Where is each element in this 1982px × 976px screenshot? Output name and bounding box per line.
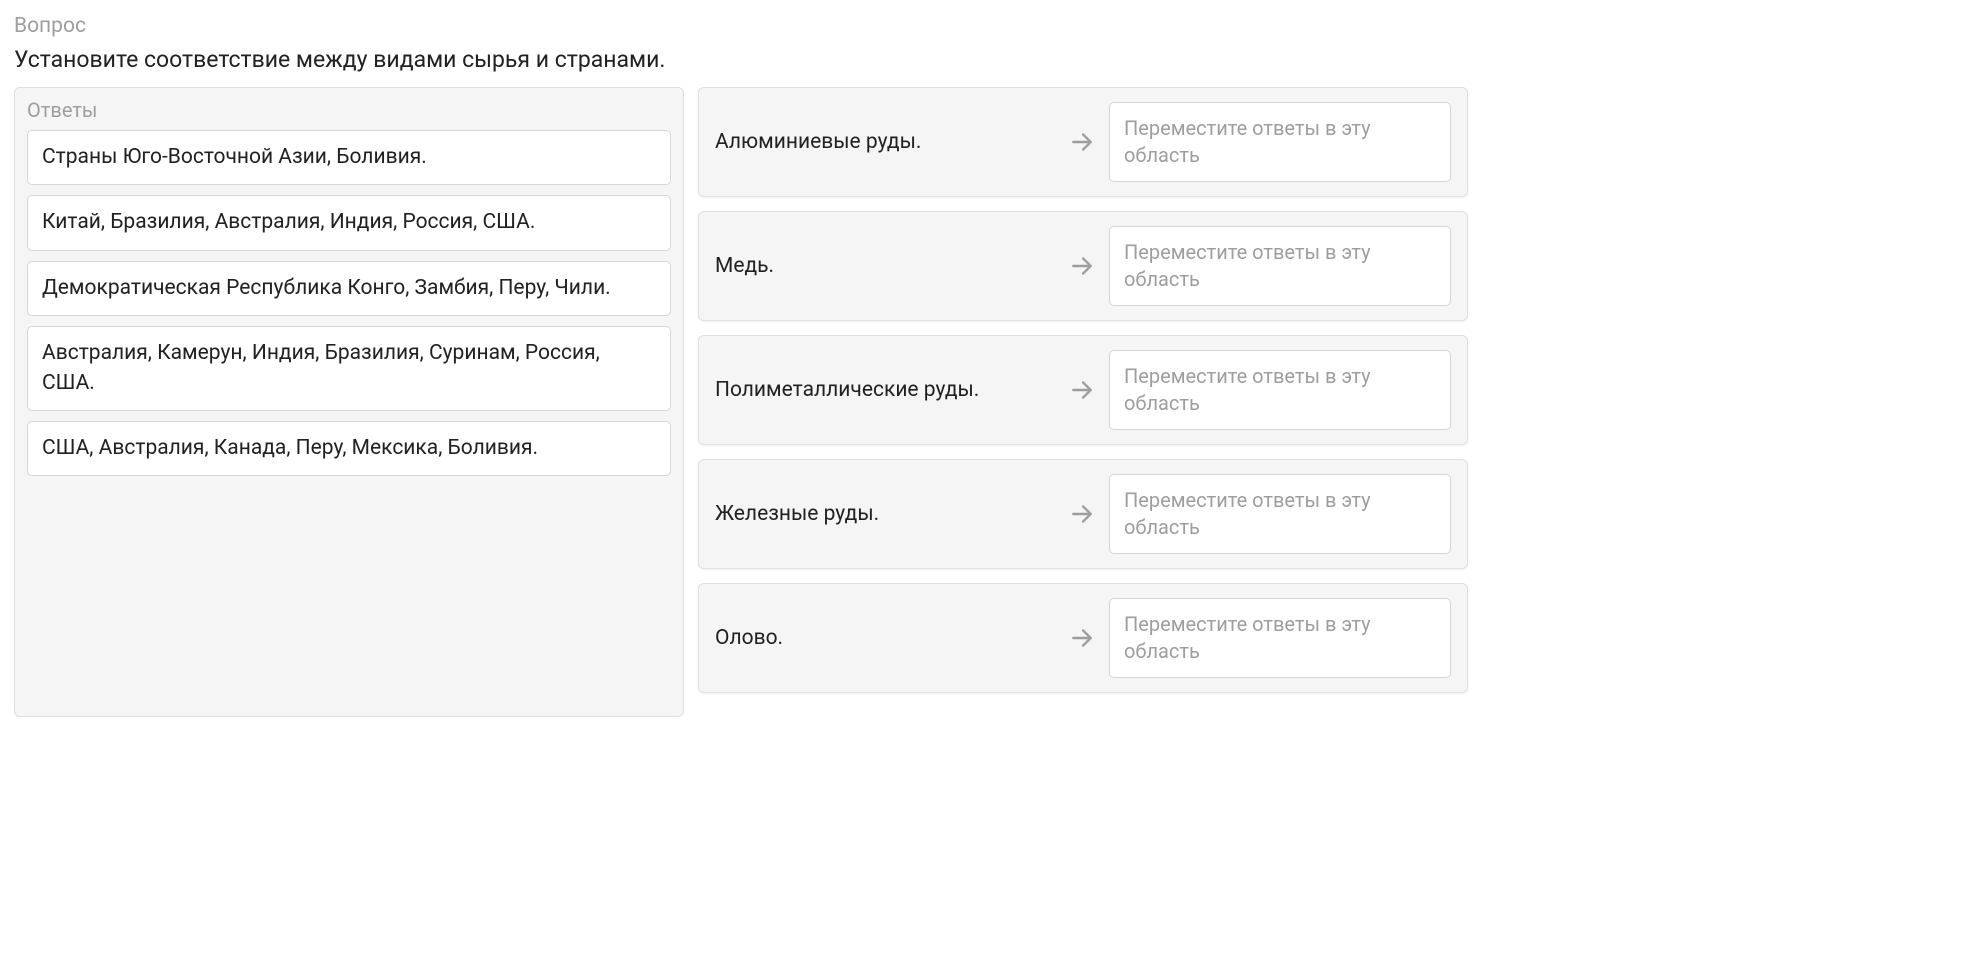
target-row: Полиметаллические руды. Переместите отве… — [698, 335, 1468, 445]
answers-header: Ответы — [27, 98, 671, 122]
target-row: Алюминиевые руды. Переместите ответы в э… — [698, 87, 1468, 197]
arrow-right-icon — [1069, 625, 1095, 651]
target-label: Полиметаллические руды. — [715, 378, 1055, 402]
answer-item[interactable]: США, Австралия, Канада, Перу, Мексика, Б… — [27, 421, 671, 476]
question-label: Вопрос — [14, 14, 1968, 38]
arrow-right-icon — [1069, 129, 1095, 155]
answers-panel: Ответы Страны Юго-Восточной Азии, Боливи… — [14, 87, 684, 717]
target-row: Медь. Переместите ответы в эту область — [698, 211, 1468, 321]
drop-zone[interactable]: Переместите ответы в эту область — [1109, 102, 1451, 182]
answer-item[interactable]: Демократическая Республика Конго, Замбия… — [27, 261, 671, 316]
drop-zone[interactable]: Переместите ответы в эту область — [1109, 474, 1451, 554]
arrow-right-icon — [1069, 501, 1095, 527]
question-text: Установите соответствие между видами сыр… — [14, 46, 1968, 73]
target-label: Медь. — [715, 254, 1055, 278]
matching-content: Ответы Страны Юго-Восточной Азии, Боливи… — [14, 87, 1968, 717]
drop-zone[interactable]: Переместите ответы в эту область — [1109, 226, 1451, 306]
arrow-right-icon — [1069, 377, 1095, 403]
target-label: Олово. — [715, 626, 1055, 650]
answer-item[interactable]: Австралия, Камерун, Индия, Бразилия, Сур… — [27, 326, 671, 411]
drop-zone[interactable]: Переместите ответы в эту область — [1109, 350, 1451, 430]
target-row: Железные руды. Переместите ответы в эту … — [698, 459, 1468, 569]
target-row: Олово. Переместите ответы в эту область — [698, 583, 1468, 693]
target-label: Алюминиевые руды. — [715, 130, 1055, 154]
targets-panel: Алюминиевые руды. Переместите ответы в э… — [698, 87, 1468, 693]
answer-item[interactable]: Китай, Бразилия, Австралия, Индия, Росси… — [27, 195, 671, 250]
target-label: Железные руды. — [715, 502, 1055, 526]
arrow-right-icon — [1069, 253, 1095, 279]
drop-zone[interactable]: Переместите ответы в эту область — [1109, 598, 1451, 678]
answer-item[interactable]: Страны Юго-Восточной Азии, Боливия. — [27, 130, 671, 185]
